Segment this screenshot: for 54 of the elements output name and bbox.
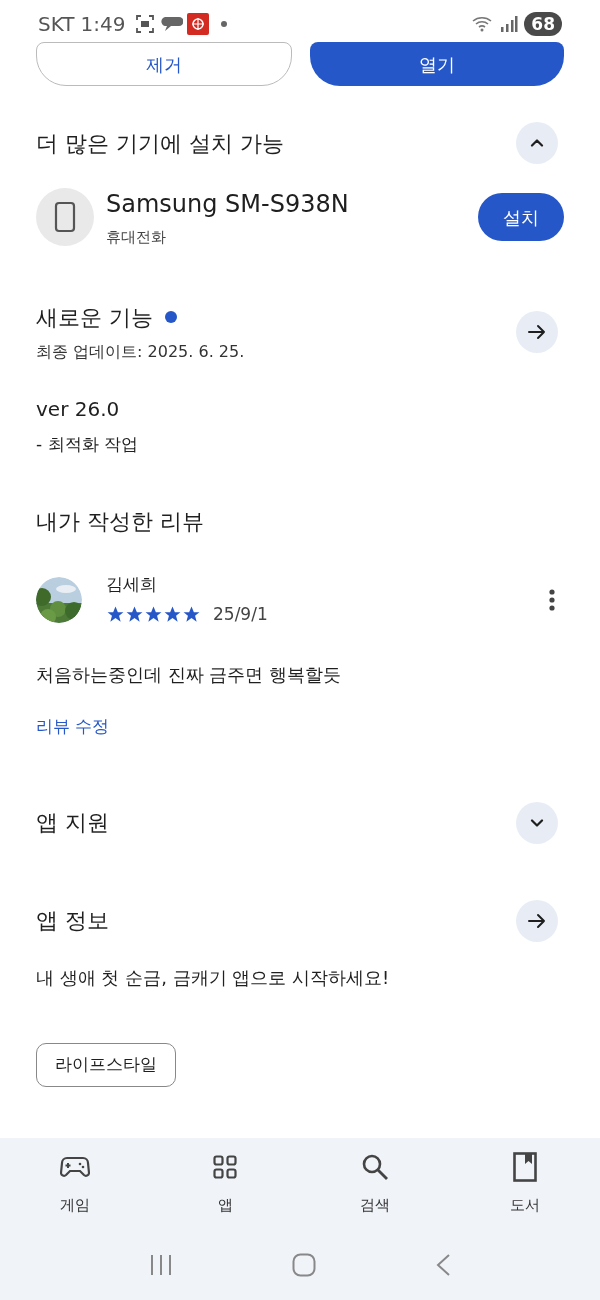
- app-description: 내 생애 첫 순금, 금캐기 앱으로 시작하세요!: [35, 965, 391, 990]
- star-icon: [163, 604, 182, 624]
- star-icon: [125, 604, 144, 624]
- star-icon: [182, 604, 201, 624]
- section-title: 더 많은 기기에 설치 가능: [36, 129, 284, 158]
- arrow-button[interactable]: [516, 899, 558, 942]
- section-title: 새로운 기능: [36, 303, 153, 332]
- nav-tab[interactable]: 앱: [175, 1151, 275, 1216]
- expand-button[interactable]: [516, 122, 558, 164]
- star-icon: [106, 604, 125, 624]
- battery-indicator: 68: [524, 12, 562, 36]
- edit-review-link[interactable]: 리뷰 수정: [0, 714, 600, 740]
- device-type: 휴대전화: [106, 227, 167, 248]
- version-text: ver 26.0: [35, 395, 121, 423]
- back-icon[interactable]: [434, 1253, 451, 1277]
- review-date: 25/9/1: [213, 602, 268, 626]
- category-chip[interactable]: 라이프스타일: [36, 1042, 176, 1087]
- recent-apps-icon[interactable]: [149, 1254, 174, 1276]
- reviewer-name: 김세희: [106, 573, 158, 596]
- apps-grid-icon: [213, 1154, 237, 1179]
- uninstall-button[interactable]: 제거: [36, 42, 292, 86]
- signal-icon: [500, 15, 519, 33]
- nav-tab[interactable]: 도서: [475, 1151, 575, 1216]
- update-date: 최종 업데이트: 2025. 6. 25.: [36, 340, 245, 363]
- screenshot-icon: [135, 14, 156, 34]
- nav-tab[interactable]: 검색: [325, 1151, 425, 1216]
- nav-label: 게임: [60, 1194, 90, 1216]
- book-icon: [513, 1151, 537, 1182]
- arrow-button[interactable]: [516, 311, 558, 353]
- carrier-text: SKT: [38, 11, 75, 38]
- nav-tab[interactable]: 게임: [25, 1151, 125, 1216]
- star-icon: [144, 604, 163, 624]
- more-vertical-icon: [548, 587, 556, 612]
- device-name: Samsung SM-S938N: [106, 189, 350, 220]
- chevron-up-icon: [530, 139, 544, 147]
- gamepad-icon: [60, 1154, 90, 1179]
- nav-label: 앱: [217, 1194, 233, 1216]
- app-notification-icon: [187, 13, 210, 35]
- nav-label: 검색: [360, 1194, 390, 1216]
- review-text: 처음하는중인데 진짜 금주면 행복할듯: [35, 663, 343, 687]
- nav-label: 도서: [510, 1194, 540, 1216]
- chat-bubble-icon: [161, 14, 184, 34]
- phone-icon: [54, 201, 76, 234]
- chevron-down-icon: [530, 818, 544, 827]
- open-button[interactable]: 열기: [310, 42, 564, 86]
- search-icon: [361, 1152, 389, 1181]
- expand-button[interactable]: [516, 801, 558, 844]
- section-title: 앱 정보: [36, 907, 109, 935]
- release-notes: - 최적화 작업: [35, 432, 139, 456]
- install-button[interactable]: 설치: [478, 193, 564, 242]
- section-title: 앱 지원: [36, 809, 109, 837]
- home-icon[interactable]: [292, 1253, 316, 1277]
- section-title: 내가 작성한 리뷰: [35, 508, 205, 536]
- clock-text: 1:49: [80, 11, 126, 38]
